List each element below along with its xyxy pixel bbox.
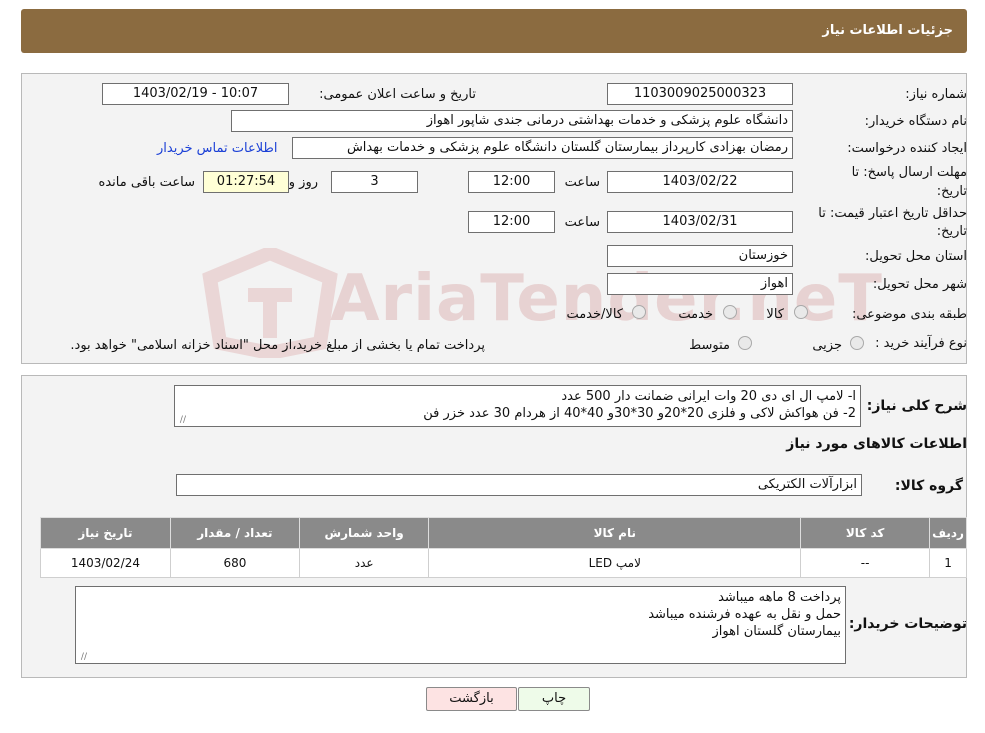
- resize-grip-icon[interactable]: ∕∕: [78, 653, 87, 662]
- category-goods-service-label: کالا/خدمت: [566, 307, 623, 322]
- category-goods-radio[interactable]: [794, 305, 808, 319]
- col-quantity: تعداد / مقدار: [169, 517, 300, 549]
- deadline-time-field[interactable]: 12:00: [468, 171, 555, 193]
- deadline-date-field[interactable]: 1403/02/22: [607, 171, 793, 193]
- deadline-time-label: ساعت: [564, 175, 600, 190]
- days-label: روز و: [288, 175, 318, 190]
- col-goods-name: نام کالا: [428, 517, 802, 549]
- need-summary-line-1: ا- لامپ ال ای دی 20 وات ایرانی ضمانت دار…: [561, 389, 856, 404]
- buyer-contact-link[interactable]: اطلاعات تماس خریدار: [157, 141, 277, 156]
- col-need-date: تاریخ نیاز: [40, 517, 171, 549]
- process-minor-radio[interactable]: [850, 336, 864, 350]
- goods-group-label: گروه کالا:: [894, 478, 963, 494]
- remaining-time-label: ساعت باقی مانده: [98, 175, 195, 190]
- deadline-label-date: تاریخ:: [936, 184, 967, 199]
- category-service-radio[interactable]: [723, 305, 737, 319]
- announce-datetime-field[interactable]: 1403/02/19 - 10:07: [102, 83, 289, 105]
- process-medium-label: متوسط: [689, 338, 730, 353]
- process-medium-radio[interactable]: [738, 336, 752, 350]
- goods-table-header-row: ردیف کد کالا نام کالا واحد شمارش تعداد /…: [40, 517, 967, 549]
- buyer-org-label: نام دستگاه خریدار:: [864, 114, 967, 129]
- cell-need-date: 1403/02/24: [40, 548, 171, 578]
- days-remaining-field: 3: [331, 171, 418, 193]
- requester-label: ایجاد کننده درخواست:: [847, 141, 967, 156]
- requester-field[interactable]: رمضان بهزادی کارپرداز بیمارستان گلستان د…: [292, 137, 793, 159]
- remaining-time-field: 01:27:54: [203, 171, 289, 193]
- category-goods-service-radio[interactable]: [632, 305, 646, 319]
- col-goods-code: کد کالا: [800, 517, 931, 549]
- buyer-notes-textarea[interactable]: پرداخت 8 ماهه میباشد حمل و نقل به عهده ف…: [75, 586, 846, 664]
- purchase-process-label: نوع فرآیند خرید :: [875, 336, 967, 351]
- goods-table: ردیف کد کالا نام کالا واحد شمارش تعداد /…: [40, 517, 967, 578]
- print-button[interactable]: چاپ: [518, 687, 590, 711]
- cell-unit: عدد: [298, 548, 430, 578]
- buyer-org-field[interactable]: دانشگاه علوم پزشکی و خدمات بهداشتی درمان…: [231, 110, 793, 132]
- buyer-notes-label: توضیحات خریدار:: [848, 616, 967, 632]
- province-field[interactable]: خوزستان: [607, 245, 793, 267]
- table-row[interactable]: 1 -- لامپ LED عدد 680 1403/02/24: [40, 548, 967, 578]
- process-minor-label: جزیی: [812, 338, 842, 353]
- announce-datetime-label: تاریخ و ساعت اعلان عمومی:: [319, 87, 476, 102]
- treasury-payment-note: پرداخت تمام یا بخشی از مبلغ خرید،از محل …: [70, 338, 485, 353]
- buyer-notes-line-2: حمل و نقل به عهده فرشنده میباشد: [648, 607, 841, 622]
- deadline-label: مهلت ارسال پاسخ: تا: [851, 165, 967, 180]
- price-validity-date-field[interactable]: 1403/02/31: [607, 211, 793, 233]
- col-unit: واحد شمارش: [298, 517, 430, 549]
- province-label: استان محل تحویل:: [865, 249, 967, 264]
- cell-row-number: 1: [929, 548, 967, 578]
- cell-quantity: 680: [169, 548, 300, 578]
- page-title: جزئیات اطلاعات نیاز: [822, 23, 953, 38]
- back-button[interactable]: بازگشت: [426, 687, 517, 711]
- price-validity-time-label: ساعت: [564, 215, 600, 230]
- city-label: شهر محل تحویل:: [872, 277, 967, 292]
- price-validity-label: حداقل تاریخ اعتبار قیمت: تا: [818, 206, 967, 221]
- col-row-number: ردیف: [929, 517, 967, 549]
- need-number-label: شماره نیاز:: [905, 87, 967, 102]
- goods-info-title: اطلاعات کالاهای مورد نیاز: [786, 436, 967, 452]
- page-header: جزئیات اطلاعات نیاز: [21, 9, 967, 53]
- goods-group-field[interactable]: ابزارآلات الکتریکی: [176, 474, 862, 496]
- cell-goods-code: --: [800, 548, 931, 578]
- price-validity-time-field[interactable]: 12:00: [468, 211, 555, 233]
- price-validity-label-date: تاریخ:: [936, 224, 967, 239]
- buyer-notes-line-3: بیمارستان گلستان اهواز: [712, 624, 841, 639]
- resize-grip-icon[interactable]: ∕∕: [177, 416, 186, 425]
- cell-goods-name: لامپ LED: [428, 548, 802, 578]
- city-field[interactable]: اهواز: [607, 273, 793, 295]
- need-number-field[interactable]: 1103009025000323: [607, 83, 793, 105]
- category-goods-label: کالا: [766, 307, 784, 322]
- goods-table-container: ردیف کد کالا نام کالا واحد شمارش تعداد /…: [40, 517, 967, 578]
- category-label: طبقه بندی موضوعی:: [851, 307, 967, 322]
- buyer-notes-line-1: پرداخت 8 ماهه میباشد: [718, 590, 841, 605]
- need-summary-line-2: 2- فن هواکش لاکی و فلزی 20*20و 30*30و 40…: [423, 406, 856, 421]
- category-service-label: خدمت: [678, 307, 713, 322]
- need-summary-label: شرح کلی نیاز:: [866, 398, 967, 414]
- need-summary-textarea[interactable]: ا- لامپ ال ای دی 20 وات ایرانی ضمانت دار…: [174, 385, 861, 427]
